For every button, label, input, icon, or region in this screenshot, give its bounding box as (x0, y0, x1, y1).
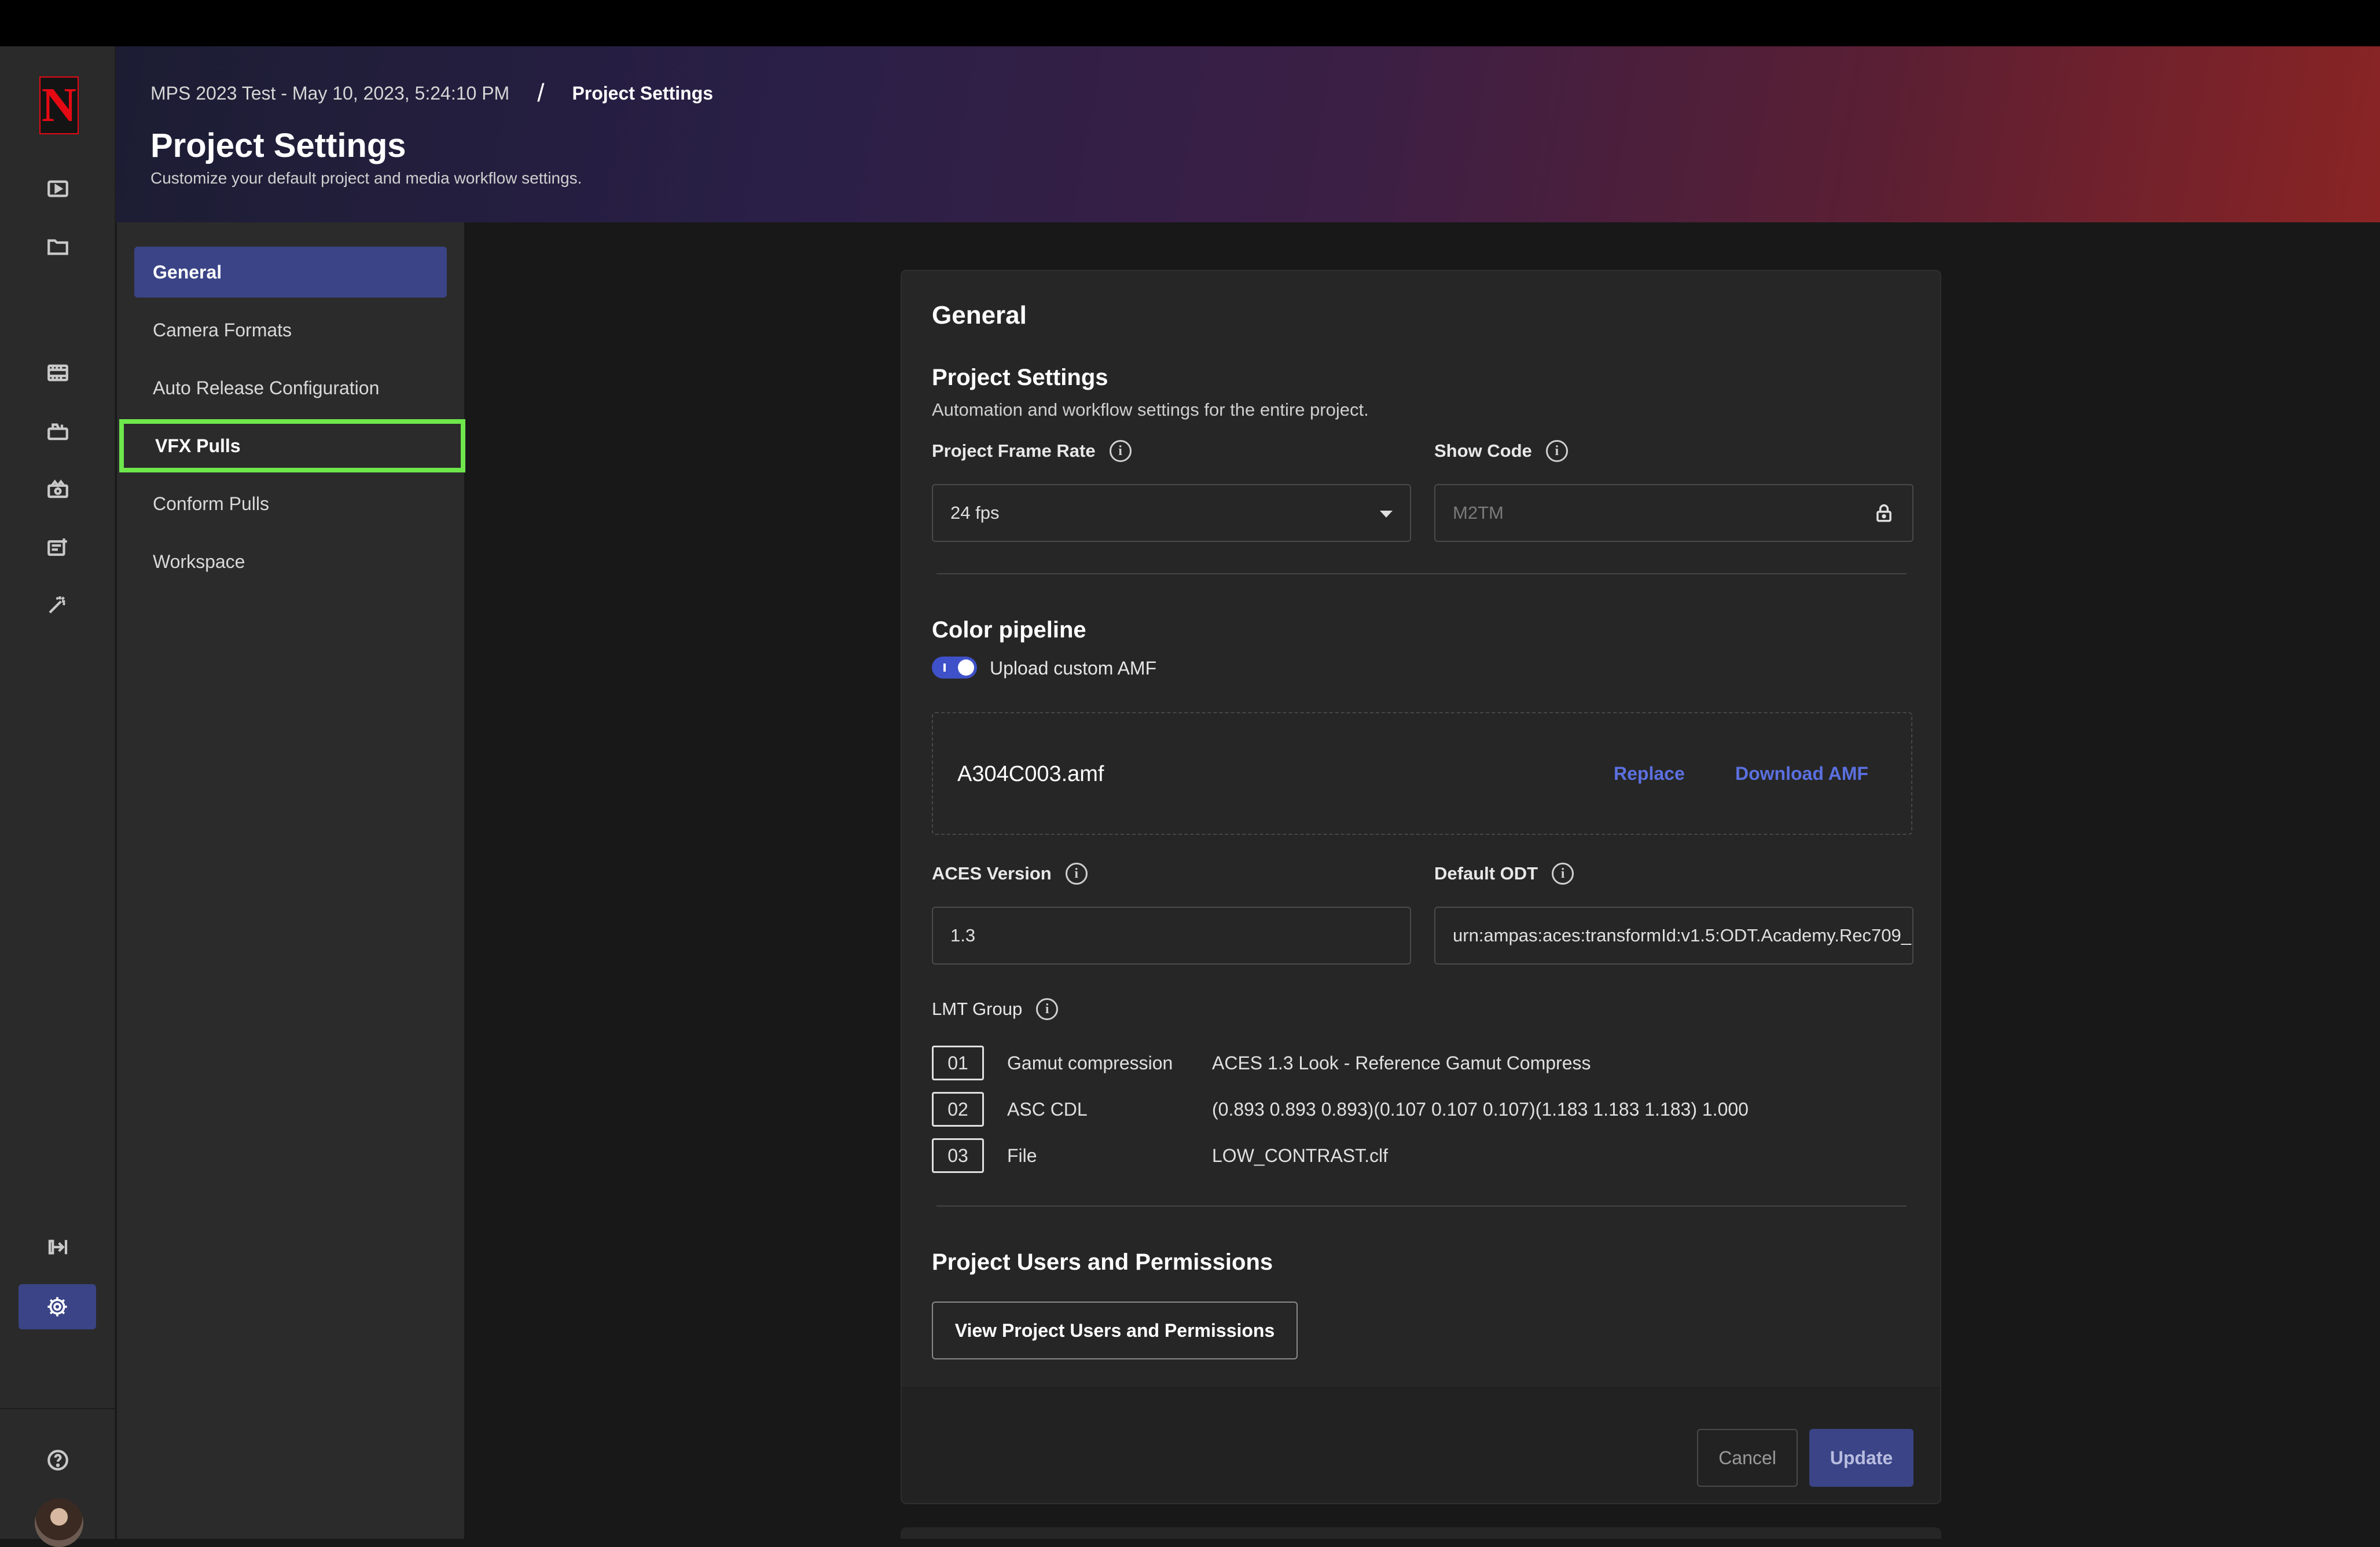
cancel-button[interactable]: Cancel (1697, 1429, 1798, 1487)
section-divider (936, 1205, 1907, 1207)
lmt-group-label: LMT Group i (932, 998, 1059, 1020)
show-code-label: Show Code i (1434, 440, 1568, 462)
subnav-item-workspace[interactable]: Workspace (134, 536, 447, 587)
lmt-row: 01 Gamut compression ACES 1.3 Look - Ref… (932, 1046, 1591, 1080)
download-amf-link[interactable]: Download AMF (1735, 763, 1868, 785)
breadcrumb-separator: / (537, 79, 545, 107)
lmt-value: ACES 1.3 Look - Reference Gamut Compress (1212, 1052, 1591, 1073)
info-icon[interactable]: i (1552, 863, 1574, 885)
frame-rate-label-text: Project Frame Rate (932, 441, 1096, 461)
default-odt-field[interactable]: urn:ampas:aces:transformId:v1.5:ODT.Acad… (1434, 907, 1913, 965)
view-users-permissions-button[interactable]: View Project Users and Permissions (932, 1302, 1298, 1359)
netflix-logo[interactable]: N (39, 76, 79, 134)
upload-amf-toggle[interactable] (932, 657, 977, 679)
help-icon[interactable] (39, 1442, 76, 1479)
frame-rate-label: Project Frame Rate i (932, 440, 1132, 462)
collapse-icon[interactable] (39, 1229, 76, 1266)
logo-letter: N (41, 78, 77, 132)
info-icon[interactable]: i (1109, 440, 1132, 462)
aces-version-label-text: ACES Version (932, 863, 1052, 884)
chevron-down-icon (1380, 511, 1393, 518)
lmt-row: 03 File LOW_CONTRAST.clf (932, 1138, 1388, 1173)
camera-icon[interactable] (39, 412, 76, 449)
breadcrumb: MPS 2023 Test - May 10, 2023, 5:24:10 PM… (150, 79, 713, 108)
amf-file-name: A304C003.amf (957, 762, 1104, 786)
subnav-item-vfx-pulls[interactable]: VFX Pulls (119, 419, 465, 472)
default-odt-value: urn:ampas:aces:transformId:v1.5:ODT.Acad… (1453, 925, 1912, 945)
section-divider (936, 573, 1907, 574)
icon-rail: N (0, 46, 116, 1547)
next-card-edge (901, 1527, 1941, 1539)
info-icon[interactable]: i (1545, 440, 1568, 462)
card-title: General (932, 301, 1027, 329)
aces-version-value: 1.3 (950, 925, 976, 945)
replace-link[interactable]: Replace (1614, 763, 1685, 785)
info-icon[interactable]: i (1065, 863, 1088, 885)
project-settings-description: Automation and workflow settings for the… (932, 399, 1369, 420)
page-title: Project Settings (150, 127, 406, 164)
color-pipeline-heading: Color pipeline (932, 617, 1086, 643)
breadcrumb-project[interactable]: MPS 2023 Test - May 10, 2023, 5:24:10 PM (150, 83, 509, 104)
aces-version-field[interactable]: 1.3 (932, 907, 1411, 965)
subnav-item-conform-pulls[interactable]: Conform Pulls (134, 478, 447, 529)
subnav-item-general[interactable]: General (134, 247, 447, 298)
lmt-number: 02 (932, 1092, 984, 1127)
magic-wand-icon[interactable] (39, 586, 76, 623)
film-icon[interactable] (39, 354, 76, 391)
lmt-number: 01 (932, 1046, 984, 1080)
avatar[interactable] (35, 1498, 83, 1547)
default-odt-label-text: Default ODT (1434, 863, 1538, 884)
subnav-item-camera-formats[interactable]: Camera Formats (134, 305, 447, 355)
info-icon[interactable]: i (1036, 998, 1059, 1020)
amf-file-box: A304C003.amf Replace Download AMF (932, 712, 1912, 835)
gear-icon (47, 1297, 67, 1317)
project-settings-heading: Project Settings (932, 365, 1108, 390)
page-subtitle: Customize your default project and media… (150, 169, 582, 187)
frame-rate-select[interactable]: 24 fps (932, 484, 1411, 542)
update-button[interactable]: Update (1809, 1429, 1913, 1487)
lmt-value: LOW_CONTRAST.clf (1212, 1145, 1389, 1166)
lmt-value: (0.893 0.893 0.893)(0.107 0.107 0.107)(1… (1212, 1098, 1749, 1120)
release-icon[interactable] (39, 528, 76, 565)
aces-version-label: ACES Version i (932, 863, 1088, 885)
show-code-value: M2TM (1453, 503, 1504, 523)
default-odt-label: Default ODT i (1434, 863, 1574, 885)
lmt-group-label-text: LMT Group (932, 999, 1023, 1019)
lmt-name: ASC CDL (1007, 1098, 1088, 1120)
users-permissions-heading: Project Users and Permissions (932, 1249, 1273, 1275)
frame-rate-value: 24 fps (950, 503, 1000, 523)
lmt-number: 03 (932, 1138, 984, 1173)
folder-icon[interactable] (39, 228, 76, 265)
breadcrumb-current: Project Settings (572, 82, 714, 104)
settings-subnav: General Camera Formats Auto Release Conf… (117, 222, 465, 1539)
vfx-icon[interactable] (39, 470, 76, 507)
settings-nav-button[interactable] (19, 1284, 96, 1329)
window-top-bar (0, 0, 2380, 46)
page-header: MPS 2023 Test - May 10, 2023, 5:24:10 PM… (116, 46, 2380, 222)
show-code-field: M2TM (1434, 484, 1913, 542)
lmt-name: File (1007, 1145, 1037, 1166)
general-settings-card: General Project Settings Automation and … (901, 270, 1941, 1504)
lock-icon (1876, 504, 1891, 522)
subnav-item-auto-release[interactable]: Auto Release Configuration (134, 362, 447, 413)
show-code-label-text: Show Code (1434, 441, 1532, 461)
lmt-name: Gamut compression (1007, 1052, 1173, 1073)
play-icon[interactable] (39, 170, 76, 207)
upload-amf-toggle-label: Upload custom AMF (990, 658, 1157, 679)
lmt-row: 02 ASC CDL (0.893 0.893 0.893)(0.107 0.1… (932, 1092, 1749, 1127)
rail-divider (0, 1408, 116, 1409)
